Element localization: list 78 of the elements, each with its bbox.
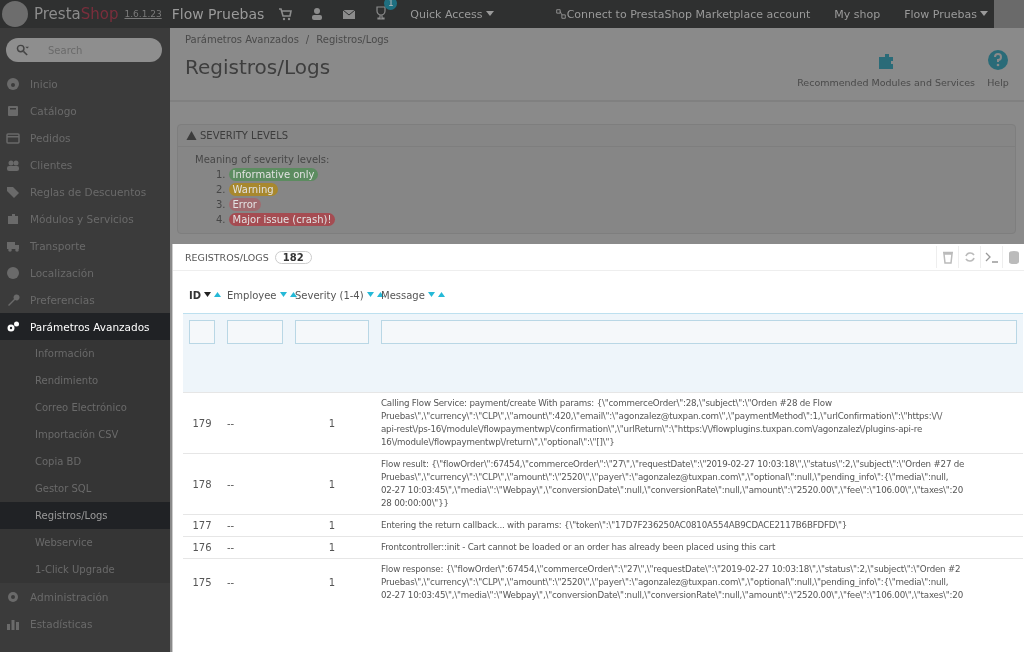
table-cell: 176 [192,542,212,553]
sidebar-subitem[interactable]: Registros/Logs [0,502,170,529]
help-button[interactable]: Help [987,49,1009,88]
severity-badge: Error [228,198,261,211]
gear-icon [6,589,20,604]
quick-access-menu[interactable]: Quick Access [410,7,494,21]
help-icon [987,49,1009,71]
sidebar-item[interactable]: Parámetros Avanzados [0,313,170,340]
puzzle-icon [6,211,20,226]
severity-badge: Warning [228,183,278,196]
severity-intro: Meaning of severity levels: [195,154,331,165]
my-shop-link[interactable]: My shop [834,7,881,21]
panel-title: REGISTROS/LOGS [185,251,269,263]
dashboard-icon [6,76,20,91]
modules-button[interactable]: Recommended Modules and Services [797,49,975,88]
notification-badge: 1 [384,0,398,10]
user-icon [310,7,325,21]
column-header[interactable]: Severity (1-4) [295,289,364,301]
filter-field[interactable] [381,320,1017,344]
filter-field[interactable] [295,320,369,344]
sort-icon[interactable] [204,291,223,299]
severity-badge: Informative only [228,168,319,181]
severity-badge: Major issue (crash)! [228,213,336,226]
table-cell: 1 [328,520,336,531]
filter-field[interactable] [227,320,283,344]
warning-icon [186,130,197,141]
version-label: 1.6.1.23 [124,9,162,19]
list-number: 4. [216,214,226,225]
table-cell: 1 [328,577,336,588]
employee-menu[interactable]: Flow Pruebas [904,7,988,21]
list-number: 1. [216,169,226,180]
mail-icon [342,7,357,21]
list-number: 3. [216,199,226,210]
table-cell: 179 [192,417,212,429]
table-cell: 1 [328,417,336,429]
wrench-icon [6,292,20,307]
table-cell: 175 [192,577,212,588]
credit-card-icon [6,130,20,145]
breadcrumb-separator: / [305,34,310,45]
column-header[interactable]: Message [381,289,425,301]
trash-icon [940,250,955,264]
table-cell: 177 [192,520,212,531]
database-icon [1006,250,1021,264]
table-cell: -- [227,520,235,531]
table-cell: 178 [192,478,212,490]
breadcrumb-item[interactable]: Registros/Logs [316,34,389,45]
shop-name[interactable]: Flow Pruebas [171,6,265,22]
log-message: Entering the return callback... with params: {\"token\":\"17D7F236250AC0810A554AB9CDACE2117B6BFDFD\"} [381,519,849,532]
table-cell: -- [227,542,235,553]
table-cell: -- [227,577,235,588]
list-number: 2. [216,184,226,195]
marketplace-link[interactable]: Connect to PrestaShop Marketplace account [566,7,811,21]
table-cell: 1 [328,478,336,490]
filter-field[interactable] [189,320,215,344]
trophy-icon [374,5,389,20]
tag-icon [6,184,20,199]
caret-icon [485,11,494,17]
breadcrumb-item[interactable]: Parámetros Avanzados [185,34,299,45]
log-message: Frontcontroller::init - Cart cannot be loaded or an order has already been placed using this cart [381,541,777,554]
page-title: Registros/Logs [185,55,332,79]
caret-icon [980,11,988,17]
panel-title: SEVERITY LEVELS [200,130,289,141]
column-header[interactable]: Employee [227,289,277,301]
terminal-icon [984,250,999,264]
brand-name: PrestaShop [34,5,119,23]
link-icon [554,8,567,20]
log-message: Flow response: {\"flowOrder\":67454,\"commerceOrder\":\"27\",\"requestDate\":\"2019-02-27 10:03:18\",\"status\":2,\"subject\":\"Orden #2 Pruebas\",\"currency\":\"CLP\",\"amount\":\"2520\",\"payer\":\"agonzalez@tuxpan.com\",\"optional\":null,\"pending_info\":{\"media\":null, 02-27 10:03:45\",\"media\":\"Webpay\",\"conversionDate\":null,\"conversionRate\":null,\"amount\":\"2520.00\",\"fee\":\"106.00\",\"taxes\":20 [381,563,964,602]
refresh-icon [962,250,977,264]
cart-icon [278,7,293,21]
log-message: Flow result: {\"flowOrder\":67454,\"commerceOrder\":\"27\",\"requestDate\":\"2019-02-27 10:03:18\",\"status\":2,\"subject\":\"Orden #27 de Pruebas\",\"currency\":\"CLP\",\"amount\":\"2520\",\"payer\":\"agonzalez@tuxpan.com\",\"optional\":null,\"pending_info\":{\"media\":null, 02-27 10:03:45\",\"media\":\"Webpay\",\"conversionDate\":null,\"conversionRate\":null,\"amount\":\"2520.00\",\"fee\":\"106.00\",\"taxes\":20 28 00:00:00\"}} [381,458,966,510]
table-cell: 1 [328,542,336,553]
column-header[interactable]: ID [189,289,202,301]
log-message: Calling Flow Service: payment/create With params: {\"commerceOrder\":28,\"subject\":\"Orden #28 de Flow Pruebas\",\"currency\":\"CLP\",\"amount\":420,\"email\":\"agonzalez@tuxpan.com\",\"paymentMethod\":1,\"urlConfirmation\":\"https:\/\/ api-rest\/ps-16\/module\/flowpaymentwp\/confirmation\",\"urlReturn\":\"https:\/\/flowplugins.tuxpan.com\/agonzalez\/plugins-api-re 16\/module\/flowpaymentwp\/return\",\"optional\":\"[]\"} [381,397,944,449]
table-cell: -- [227,417,235,429]
book-icon [6,103,20,118]
table-cell: -- [227,478,235,490]
logo-icon [2,1,28,27]
gears-icon [6,319,20,334]
